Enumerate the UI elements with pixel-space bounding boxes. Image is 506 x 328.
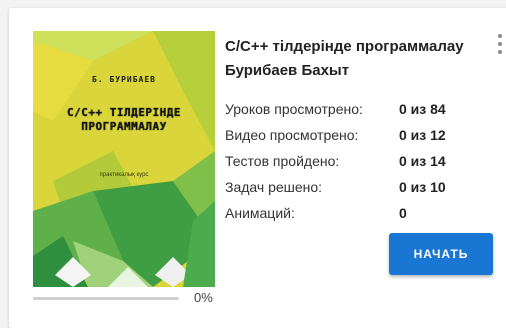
stat-label: Тестов пройдено: xyxy=(225,153,340,169)
more-vert-icon[interactable] xyxy=(495,32,505,56)
progress-bar xyxy=(33,297,179,300)
stat-value: 0 из 12 xyxy=(399,127,446,143)
cover-title: С/С++ ТІЛДЕРІНДЕ ПРОГРАММАЛАУ xyxy=(67,106,181,133)
course-card: Б. БУРИБАЕВ С/С++ ТІЛДЕРІНДЕ ПРОГРАММАЛА… xyxy=(9,8,506,328)
cover-author: Б. БУРИБАЕВ xyxy=(92,75,156,84)
stat-label: Видео просмотрено: xyxy=(225,127,359,143)
stat-value: 0 из 84 xyxy=(399,101,446,117)
stat-value: 0 из 14 xyxy=(399,153,446,169)
stat-label: Анимаций: xyxy=(225,205,295,221)
course-cover-image[interactable]: Б. БУРИБАЕВ С/С++ ТІЛДЕРІНДЕ ПРОГРАММАЛА… xyxy=(33,31,215,287)
cover-background xyxy=(33,31,215,287)
progress-percent: 0% xyxy=(194,290,213,305)
stat-value: 0 из 10 xyxy=(399,179,446,195)
stat-value: 0 xyxy=(399,205,407,221)
stat-label: Уроков просмотрено: xyxy=(225,101,363,117)
stat-label: Задач решено: xyxy=(225,179,323,195)
cover-subtitle: практикалық курс xyxy=(99,172,149,178)
course-title[interactable]: С/С++ тілдерінде программалау Бурибаев Б… xyxy=(225,35,487,83)
start-button[interactable]: НАЧАТЬ xyxy=(389,233,493,275)
